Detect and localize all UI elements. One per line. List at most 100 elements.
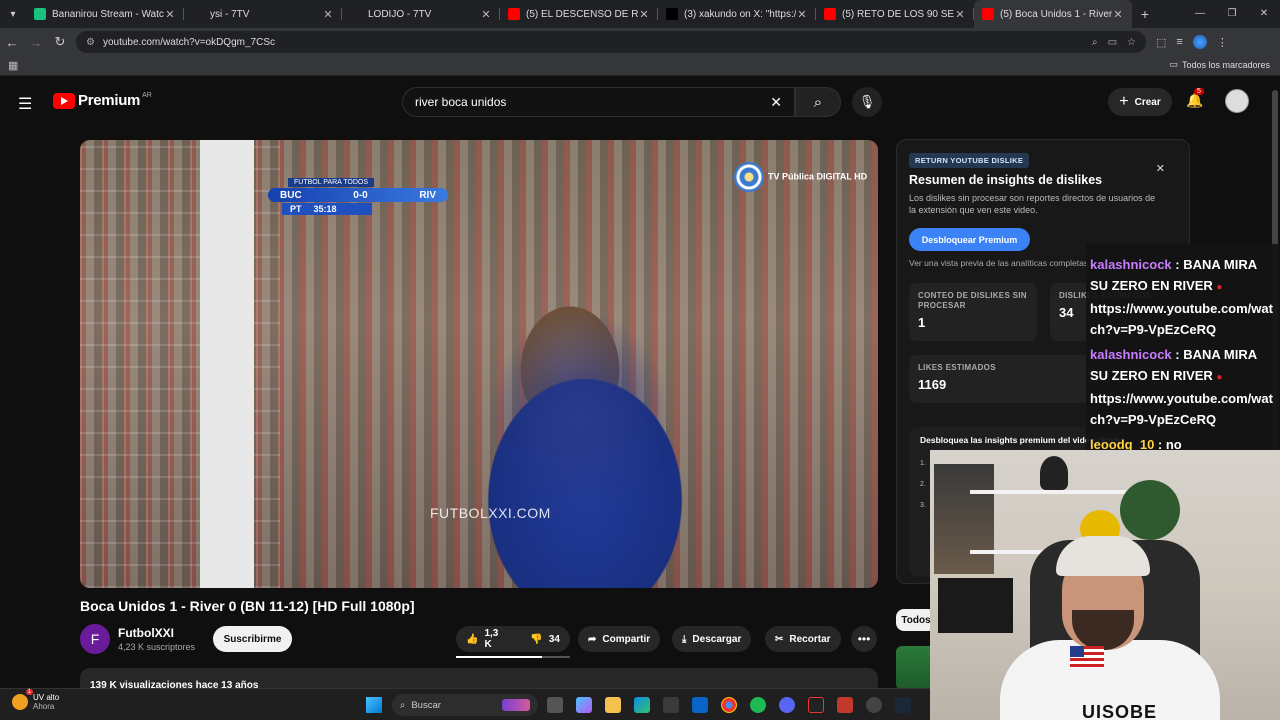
close-tab-icon[interactable]: ✕ <box>1112 8 1124 21</box>
download-icon: ⤓ <box>682 633 687 645</box>
download-button[interactable]: ⤓ Descargar <box>672 626 752 652</box>
plus-icon: + <box>1119 93 1129 110</box>
subscribe-button[interactable]: Suscribirme <box>213 626 292 652</box>
close-tab-icon[interactable]: ✕ <box>954 8 966 21</box>
browser-tab[interactable]: (3) xakundo on X: "https://t.co/✕ <box>658 0 816 28</box>
logo-text: Premium <box>78 92 141 109</box>
clip-button[interactable]: ✂ Recortar <box>765 626 841 652</box>
unlock-premium-button[interactable]: Desbloquear Premium <box>909 228 1030 251</box>
search-button[interactable]: ⌕ <box>795 87 841 117</box>
window-controls: — ❐ ✕ <box>1184 0 1280 28</box>
close-icon[interactable]: ✕ <box>1156 162 1165 175</box>
chrome-menu-icon[interactable]: ⋮ <box>1217 36 1228 49</box>
close-tab-icon[interactable]: ✕ <box>480 8 492 21</box>
browser-tab-strip: ▾ Bananirou Stream - Watch Live✕ysi - 7T… <box>0 0 1280 28</box>
recommended-video-thumbnail[interactable] <box>896 646 932 690</box>
weather-widget[interactable]: 1 UV alto Ahora <box>12 689 59 711</box>
steam-icon[interactable] <box>895 697 911 713</box>
reload-icon[interactable]: ↻ <box>48 34 72 50</box>
omnibox[interactable]: ⚙ youtube.com/watch?v=okDQgm_7CSc ⌕ ▭ ☆ <box>76 31 1146 53</box>
streamer-webcam: UISOBE <box>930 450 1280 720</box>
video-title: Boca Unidos 1 - River 0 (BN 11-12) [HD F… <box>80 598 415 614</box>
settings-gear-icon[interactable] <box>866 697 882 713</box>
youtube-icon <box>824 8 836 20</box>
raw-dislikes-label: CONTEO DE DISLIKES SIN PROCESAR <box>918 291 1027 310</box>
create-button[interactable]: + Crear <box>1108 88 1172 116</box>
close-tab-icon[interactable]: ✕ <box>638 8 650 21</box>
more-actions-icon[interactable]: ••• <box>851 626 877 652</box>
file-explorer-icon[interactable] <box>605 697 621 713</box>
new-tab-button[interactable]: + <box>1132 6 1158 22</box>
copilot-icon[interactable] <box>576 697 592 713</box>
thumbs-down-icon: 👎 <box>530 633 543 645</box>
taskbar-search-label: Buscar <box>411 699 441 711</box>
zoom-icon[interactable]: ⌕ <box>1092 37 1098 48</box>
video-player[interactable]: FUTBOL PARA TODOS BUC 0-0 RIV PT 35:18 T… <box>80 140 878 588</box>
close-tab-icon[interactable]: ✕ <box>796 8 808 21</box>
tab-search-icon[interactable]: ▾ <box>0 0 26 28</box>
scorebug-clock-row: PT 35:18 <box>282 203 372 215</box>
browser-tab[interactable]: (5) EL DESCENSO DE RIVER✕ <box>500 0 658 28</box>
channel-avatar[interactable]: F <box>80 624 110 654</box>
notifications-button[interactable]: 🔔 5 <box>1186 88 1204 109</box>
windows-start-icon[interactable] <box>366 697 382 713</box>
broadcaster-name: TV Pública DIGITAL HD <box>768 171 868 182</box>
browser-tab[interactable]: LODIJO - 7TV ✕ <box>342 0 500 28</box>
task-view-icon[interactable] <box>547 697 563 713</box>
extensions-icon[interactable]: ⬚ <box>1156 36 1166 49</box>
clear-search-icon[interactable]: ✕ <box>770 94 782 111</box>
outlook-icon[interactable] <box>692 697 708 713</box>
hamburger-menu-icon[interactable]: ☰ <box>18 94 32 114</box>
forward-icon[interactable]: → <box>24 35 48 50</box>
apps-grid-icon[interactable]: ▦ <box>8 59 18 72</box>
profile-icon[interactable] <box>1192 35 1207 49</box>
edge-icon[interactable] <box>634 697 650 713</box>
sun-icon: 1 <box>12 689 33 710</box>
app-icon[interactable] <box>837 697 853 713</box>
dislike-button[interactable]: 👎 34 <box>520 626 570 652</box>
like-button[interactable]: 👍 1,3 K <box>456 626 508 652</box>
account-avatar[interactable] <box>1225 89 1249 113</box>
region-code: AR <box>142 92 152 99</box>
discord-icon[interactable] <box>779 697 795 713</box>
all-bookmarks-label: Todos los marcadores <box>1181 59 1270 70</box>
folder-icon: ▭ <box>1169 59 1178 69</box>
preview-analytics-link[interactable]: Ver una vista previa de las analíticas c… <box>909 258 1088 268</box>
close-window-icon[interactable]: ✕ <box>1248 0 1280 28</box>
browser-tab[interactable]: (5) Boca Unidos 1 - River 0 ✕ <box>974 0 1132 28</box>
close-tab-icon[interactable]: ✕ <box>322 8 334 21</box>
scissors-icon: ✂ <box>775 633 784 645</box>
raw-dislikes-value: 1 <box>918 315 926 330</box>
share-button[interactable]: ➦ Compartir <box>578 626 661 652</box>
taskbar-search[interactable]: ⌕ Buscar <box>392 694 538 716</box>
browser-tab[interactable]: ysi - 7TV ✕ <box>184 0 342 28</box>
chat-link: https://www.youtube.com/watch?v=P9-VpEzC… <box>1090 391 1273 427</box>
browser-tab[interactable]: Bananirou Stream - Watch Live✕ <box>26 0 184 28</box>
minimize-icon[interactable]: — <box>1184 0 1216 28</box>
away-team: RIV <box>419 189 436 201</box>
browser-tab[interactable]: (5) RETO DE LOS 90 SEGUNDOS✕ <box>816 0 974 28</box>
site-info-icon[interactable]: ⚙ <box>86 37 95 48</box>
youtube-premium-logo[interactable]: Premium AR <box>53 92 152 109</box>
maximize-icon[interactable]: ❐ <box>1216 0 1248 28</box>
search-input[interactable]: river boca unidos ✕ <box>402 87 795 117</box>
bookmark-star-icon[interactable]: ☆ <box>1127 37 1136 48</box>
scorebug: FUTBOL PARA TODOS BUC 0-0 RIV PT 35:18 <box>248 178 458 216</box>
address-toolbar: ← → ↻ ⚙ youtube.com/watch?v=okDQgm_7CSc … <box>0 28 1280 56</box>
media-controls-icon[interactable]: ≡ <box>1176 36 1182 48</box>
voice-search-button[interactable]: 🎙 <box>852 87 882 117</box>
store-icon[interactable] <box>663 697 679 713</box>
all-bookmarks[interactable]: ▭ Todos los marcadores <box>1169 59 1270 70</box>
search-value[interactable]: river boca unidos <box>415 95 770 109</box>
close-tab-icon[interactable]: ✕ <box>164 8 176 21</box>
ryd-heading: Resumen de insights de dislikes <box>909 173 1103 187</box>
url-text[interactable]: youtube.com/watch?v=okDQgm_7CSc <box>103 37 1082 48</box>
cast-icon[interactable]: ▭ <box>1108 37 1117 48</box>
chrome-icon[interactable] <box>721 697 737 713</box>
back-icon[interactable]: ← <box>0 35 24 50</box>
spotify-icon[interactable] <box>750 697 766 713</box>
match-clock: 35:18 <box>313 204 337 214</box>
search-icon: ⌕ <box>400 699 406 711</box>
channel-name[interactable]: FutbolXXI <box>118 626 174 640</box>
capcut-icon[interactable] <box>808 697 824 713</box>
